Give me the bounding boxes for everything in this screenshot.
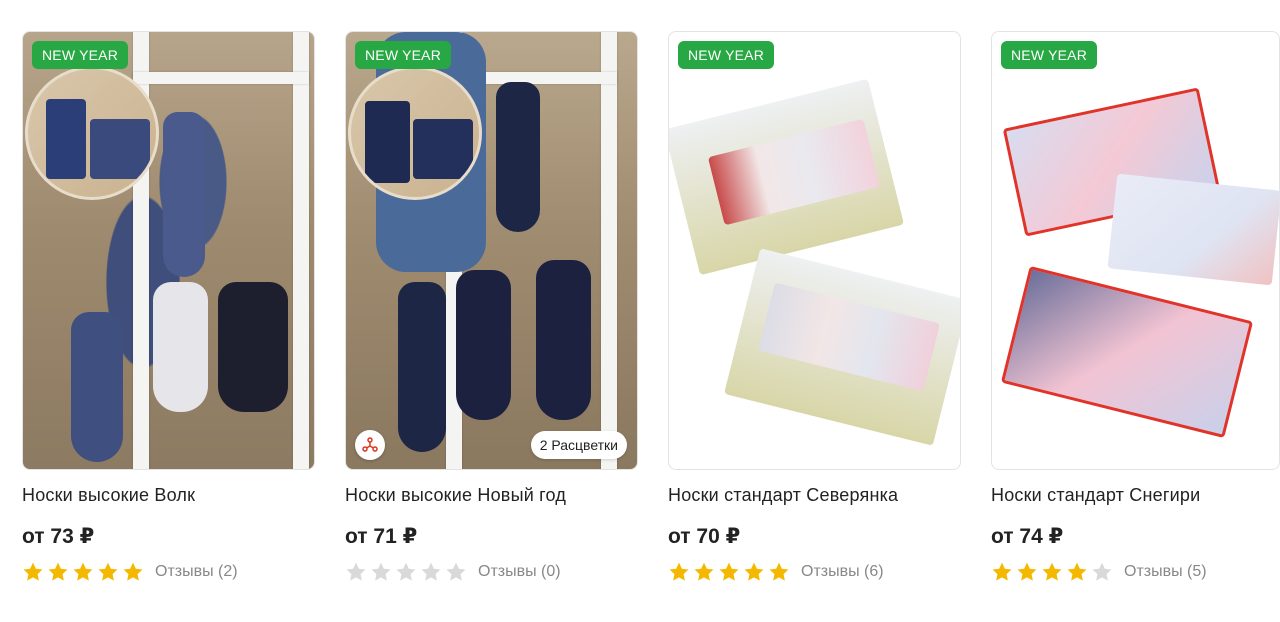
star-filled-icon — [1042, 562, 1062, 581]
new-year-badge: NEW YEAR — [355, 41, 452, 69]
product-price: от 73 ₽ — [22, 525, 95, 548]
product-price: от 71 ₽ — [345, 525, 418, 548]
product-image[interactable]: NEW YEAR 2 Расцветки — [345, 31, 638, 470]
product-card[interactable]: NEW YEAR 2 Расцветки Носки высокие Новый… — [345, 31, 638, 583]
star-filled-icon — [1017, 562, 1037, 581]
star-filled-icon — [992, 562, 1012, 581]
sock-shape — [536, 260, 591, 420]
sock-shape — [496, 82, 540, 232]
rating-row: Отзывы (0) — [345, 561, 638, 583]
star-empty-icon — [346, 562, 366, 581]
ladder-decor — [601, 32, 617, 469]
reviews-link[interactable]: Отзывы (2) — [155, 563, 238, 581]
star-filled-icon — [744, 562, 764, 581]
product-title[interactable]: Носки высокие Новый год — [345, 485, 638, 506]
star-filled-icon — [123, 562, 143, 581]
package-thumbnail — [25, 66, 159, 200]
reviews-link[interactable]: Отзывы (0) — [478, 563, 561, 581]
rating-stars — [991, 561, 1113, 583]
star-filled-icon — [669, 562, 689, 581]
reviews-link[interactable]: Отзывы (5) — [1124, 563, 1207, 581]
product-title[interactable]: Носки стандарт Снегири — [991, 485, 1280, 506]
sock-shape — [163, 112, 205, 277]
color-variants-pill[interactable]: 2 Расцветки — [530, 431, 627, 459]
star-filled-icon — [769, 562, 789, 581]
product-grid: NEW YEAR Носки высокие Волк от 73 ₽ Отзы… — [0, 0, 1280, 622]
rating-row: Отзывы (2) — [22, 561, 315, 583]
sock-shape — [218, 282, 288, 412]
sock-shape — [153, 282, 208, 412]
product-image[interactable]: NEW YEAR — [668, 31, 961, 470]
star-filled-icon — [1067, 562, 1087, 581]
share-icon — [362, 437, 378, 452]
ladder-decor — [293, 32, 309, 469]
share-button[interactable] — [355, 430, 385, 460]
product-price: от 70 ₽ — [668, 525, 741, 548]
reviews-link[interactable]: Отзывы (6) — [801, 563, 884, 581]
new-year-badge: NEW YEAR — [1001, 41, 1098, 69]
product-image[interactable]: NEW YEAR — [991, 31, 1280, 470]
rating-stars — [345, 561, 467, 583]
product-image[interactable]: NEW YEAR — [22, 31, 315, 470]
gift-box-icon — [1107, 173, 1279, 286]
star-empty-icon — [446, 562, 466, 581]
sock-shape — [71, 312, 123, 462]
product-card[interactable]: NEW YEAR Носки высокие Волк от 73 ₽ Отзы… — [22, 31, 315, 583]
product-title[interactable]: Носки стандарт Северянка — [668, 485, 961, 506]
star-filled-icon — [98, 562, 118, 581]
star-filled-icon — [694, 562, 714, 581]
ladder-decor — [133, 72, 309, 84]
star-empty-icon — [371, 562, 391, 581]
star-empty-icon — [421, 562, 441, 581]
product-title[interactable]: Носки высокие Волк — [22, 485, 315, 506]
star-filled-icon — [23, 562, 43, 581]
sock-shape — [456, 270, 511, 420]
new-year-badge: NEW YEAR — [32, 41, 129, 69]
rating-stars — [668, 561, 790, 583]
gift-box-icon — [1000, 265, 1254, 439]
star-filled-icon — [73, 562, 93, 581]
rating-row: Отзывы (5) — [991, 561, 1280, 583]
star-filled-icon — [719, 562, 739, 581]
new-year-badge: NEW YEAR — [678, 41, 775, 69]
star-empty-icon — [1092, 562, 1112, 581]
rating-stars — [22, 561, 144, 583]
product-price: от 74 ₽ — [991, 525, 1064, 548]
sock-shape — [398, 282, 446, 452]
star-filled-icon — [48, 562, 68, 581]
star-empty-icon — [396, 562, 416, 581]
product-card[interactable]: NEW YEAR Носки стандарт Снегири от 74 ₽ … — [991, 31, 1280, 583]
package-thumbnail — [348, 66, 482, 200]
product-card[interactable]: NEW YEAR Носки стандарт Северянка от 70 … — [668, 31, 961, 583]
rating-row: Отзывы (6) — [668, 561, 961, 583]
